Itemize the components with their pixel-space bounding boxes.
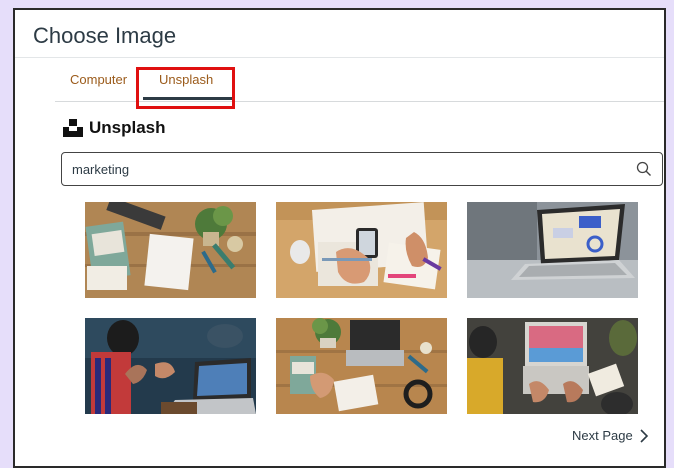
tab-unsplash[interactable]: Unsplash xyxy=(159,72,213,87)
chevron-right-icon xyxy=(640,428,648,443)
result-image-5[interactable] xyxy=(276,318,447,414)
search-box xyxy=(61,152,663,186)
image-team-laptop-top-view xyxy=(467,318,638,414)
dialog-title: Choose Image xyxy=(33,23,177,48)
result-image-3[interactable] xyxy=(467,202,638,298)
next-page-label: Next Page xyxy=(572,428,633,443)
search-icon[interactable] xyxy=(636,161,652,177)
unsplash-logo-icon xyxy=(63,119,83,137)
tab-bar: Computer Unsplash xyxy=(55,58,664,102)
unsplash-brand-name: Unsplash xyxy=(89,118,166,137)
result-image-1[interactable] xyxy=(85,202,256,298)
result-image-6[interactable] xyxy=(467,318,638,414)
image-desk-top-view xyxy=(276,318,447,414)
next-page-button[interactable]: Next Page xyxy=(572,428,649,443)
active-tab-indicator xyxy=(143,97,234,100)
image-hands-phone-desk xyxy=(276,202,447,298)
image-laptop-dashboard xyxy=(467,202,638,298)
image-marketing-book-desk xyxy=(85,202,256,298)
result-image-4[interactable] xyxy=(85,318,256,414)
unsplash-brand: Unsplash xyxy=(63,118,166,138)
result-image-2[interactable] xyxy=(276,202,447,298)
image-meeting-laptop xyxy=(85,318,256,414)
choose-image-dialog: Choose Image Computer Unsplash Unsplash xyxy=(13,8,666,468)
tab-computer[interactable]: Computer xyxy=(70,72,127,87)
search-input[interactable] xyxy=(72,161,636,177)
